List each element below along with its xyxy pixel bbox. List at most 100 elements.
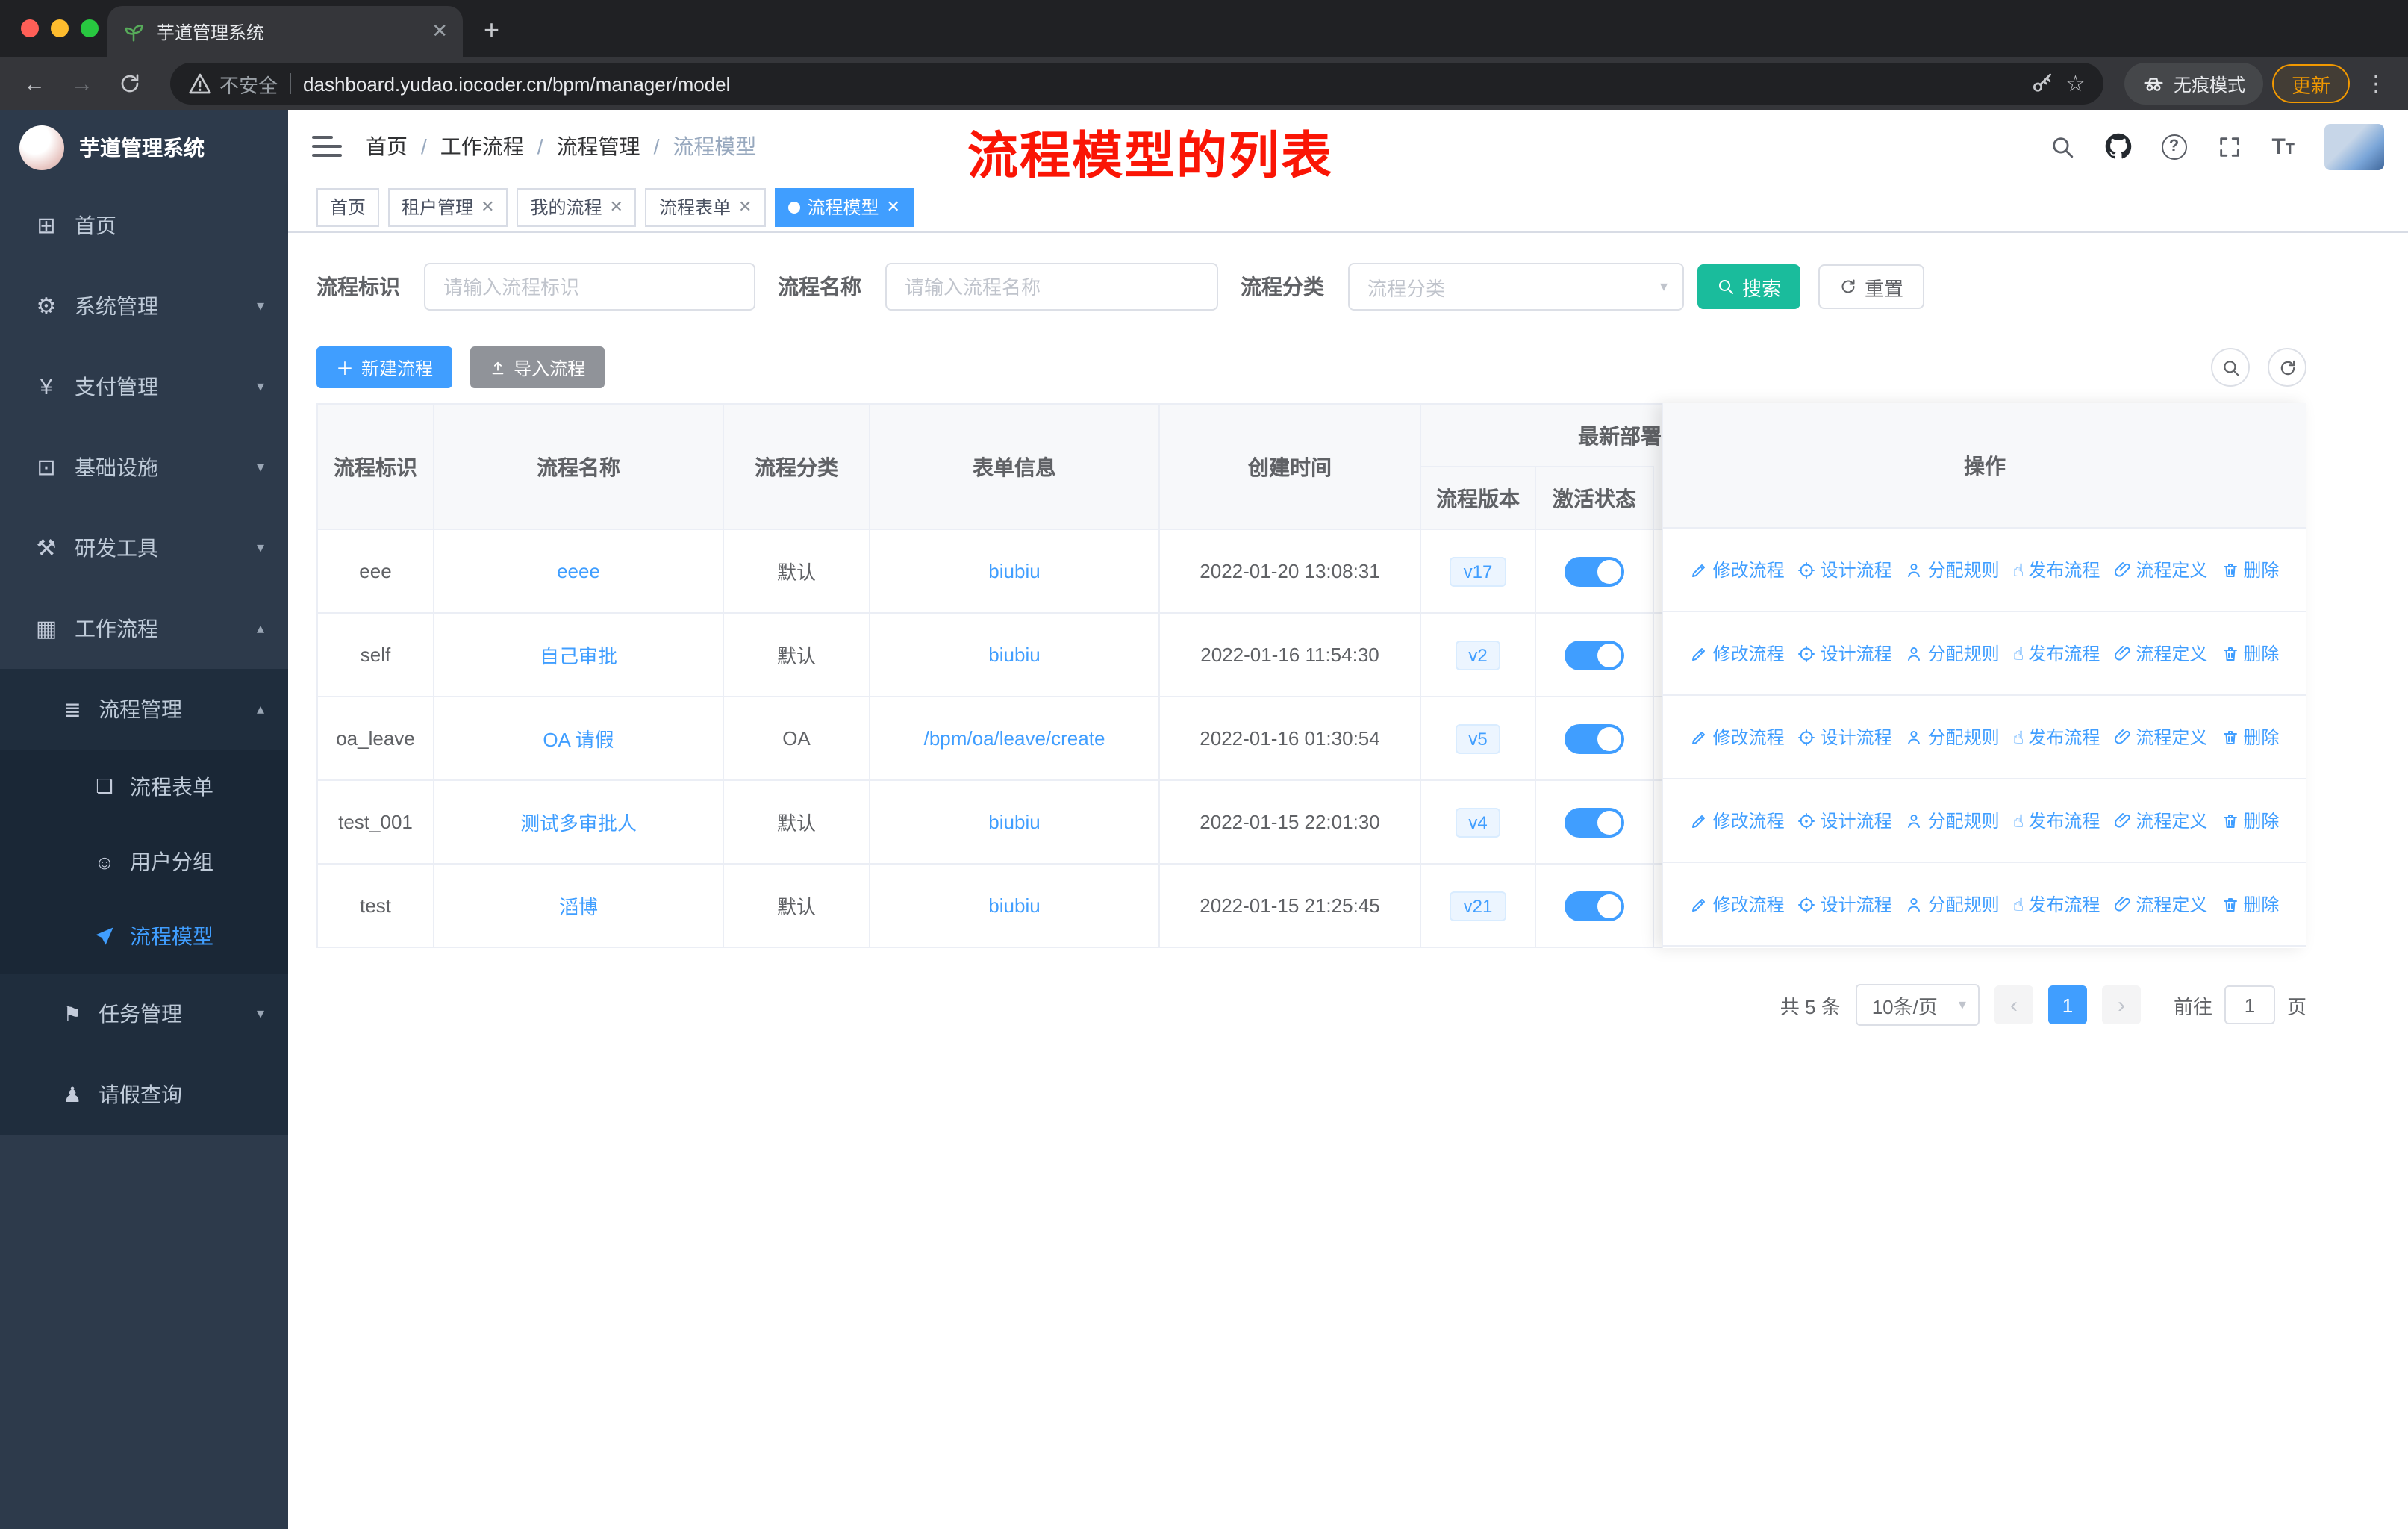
process-name-input[interactable] <box>885 263 1218 311</box>
delete-link[interactable]: 删除 <box>2221 808 2279 833</box>
bookmark-star-icon[interactable]: ☆ <box>2065 70 2086 97</box>
delete-link[interactable]: 删除 <box>2221 891 2279 917</box>
publish-process-link[interactable]: ☝ 发布流程 <box>2013 557 2100 582</box>
sidebar-item-user-group[interactable]: ☺ 用户分组 <box>0 824 288 899</box>
help-icon[interactable]: ? <box>2161 134 2187 159</box>
delete-link[interactable]: 删除 <box>2221 557 2279 582</box>
process-definition-link[interactable]: 流程定义 <box>2113 641 2207 666</box>
active-toggle[interactable] <box>1565 723 1624 753</box>
tab-close-icon[interactable]: ✕ <box>431 19 448 43</box>
breadcrumb-item[interactable]: 工作流程 <box>440 131 524 161</box>
active-toggle[interactable] <box>1565 556 1624 586</box>
process-definition-link[interactable]: 流程定义 <box>2113 808 2207 833</box>
search-button[interactable]: 搜索 <box>1697 264 1801 309</box>
process-name-link[interactable]: 自己审批 <box>540 641 617 669</box>
delete-link[interactable]: 删除 <box>2221 724 2279 750</box>
publish-process-link[interactable]: ☝ 发布流程 <box>2013 724 2100 750</box>
sidebar-item-process-form[interactable]: ❏ 流程表单 <box>0 750 288 824</box>
close-icon[interactable]: ✕ <box>610 197 623 217</box>
active-toggle[interactable] <box>1565 891 1624 921</box>
design-process-link[interactable]: 设计流程 <box>1798 557 1892 582</box>
design-process-link[interactable]: 设计流程 <box>1798 808 1892 833</box>
sidebar-item-process-model[interactable]: 流程模型 <box>0 899 288 974</box>
sidebar-item-leave-query[interactable]: ♟ 请假查询 <box>0 1054 288 1135</box>
minimize-window-icon[interactable] <box>51 19 69 37</box>
tab-home[interactable]: 首页 <box>316 187 380 226</box>
tab-process-model[interactable]: 流程模型 ✕ <box>774 187 914 226</box>
new-tab-icon[interactable]: + <box>484 15 499 46</box>
tab-my-process[interactable]: 我的流程 ✕ <box>517 187 637 226</box>
form-info-link[interactable]: biubiu <box>988 560 1040 582</box>
refresh-table-button[interactable] <box>2268 348 2306 387</box>
close-icon[interactable]: ✕ <box>481 197 494 217</box>
form-info-link[interactable]: /bpm/oa/leave/create <box>924 727 1105 750</box>
edit-process-link[interactable]: 修改流程 <box>1691 808 1785 833</box>
sidebar-item-workflow[interactable]: ▦ 工作流程 ▴ <box>0 588 288 669</box>
breadcrumb-item[interactable]: 流程管理 <box>557 131 640 161</box>
publish-process-link[interactable]: ☝ 发布流程 <box>2013 641 2100 666</box>
reload-icon[interactable] <box>110 64 149 103</box>
assign-rule-link[interactable]: 分配规则 <box>1906 557 2000 582</box>
prev-page-button[interactable]: ‹ <box>1994 985 2033 1024</box>
page-number-1[interactable]: 1 <box>2047 985 2087 1024</box>
page-size-select[interactable]: 10条/页 ▾ <box>1855 984 1980 1026</box>
github-icon[interactable] <box>2104 133 2131 160</box>
create-process-button[interactable]: ＋ 新建流程 <box>316 346 453 388</box>
goto-page-input[interactable] <box>2224 985 2275 1024</box>
back-icon[interactable]: ← <box>15 64 54 103</box>
breadcrumb-item[interactable]: 首页 <box>366 131 408 161</box>
edit-process-link[interactable]: 修改流程 <box>1691 641 1785 666</box>
tab-tenant-management[interactable]: 租户管理 ✕ <box>388 187 508 226</box>
form-info-link[interactable]: biubiu <box>988 644 1040 666</box>
user-avatar[interactable] <box>2324 123 2384 169</box>
zoom-window-icon[interactable] <box>81 19 99 37</box>
key-icon[interactable] <box>2030 72 2053 96</box>
design-process-link[interactable]: 设计流程 <box>1798 891 1892 917</box>
reset-button[interactable]: 重置 <box>1818 264 1925 309</box>
edit-process-link[interactable]: 修改流程 <box>1691 891 1785 917</box>
process-name-link[interactable]: 滔博 <box>559 891 598 920</box>
edit-process-link[interactable]: 修改流程 <box>1691 724 1785 750</box>
sidebar-item-infrastructure[interactable]: ⊡ 基础设施 ▾ <box>0 427 288 508</box>
collapse-sidebar-icon[interactable] <box>312 133 342 160</box>
security-indicator[interactable]: 不安全 <box>188 69 278 98</box>
search-icon[interactable] <box>2049 134 2074 159</box>
next-page-button[interactable]: › <box>2101 985 2141 1024</box>
sidebar-item-home[interactable]: ⊞ 首页 <box>0 185 288 266</box>
process-name-link[interactable]: eeee <box>557 560 600 582</box>
process-category-select[interactable]: 流程分类 ▾ <box>1348 263 1684 311</box>
active-toggle[interactable] <box>1565 640 1624 670</box>
publish-process-link[interactable]: ☝ 发布流程 <box>2013 808 2100 833</box>
form-info-link[interactable]: biubiu <box>988 811 1040 833</box>
browser-menu-icon[interactable]: ⋮ <box>2359 70 2393 97</box>
show-search-button[interactable] <box>2211 348 2250 387</box>
form-info-link[interactable]: biubiu <box>988 894 1040 917</box>
assign-rule-link[interactable]: 分配规则 <box>1906 891 2000 917</box>
assign-rule-link[interactable]: 分配规则 <box>1906 724 2000 750</box>
process-name-link[interactable]: OA 请假 <box>543 724 614 753</box>
browser-tab[interactable]: 芋道管理系统 ✕ <box>107 6 463 57</box>
sidebar-item-devtools[interactable]: ⚒ 研发工具 ▾ <box>0 508 288 588</box>
delete-link[interactable]: 删除 <box>2221 641 2279 666</box>
sidebar-item-task-management[interactable]: ⚑ 任务管理 ▾ <box>0 974 288 1054</box>
sidebar-item-system[interactable]: ⚙ 系统管理 ▾ <box>0 266 288 346</box>
tab-process-form[interactable]: 流程表单 ✕ <box>645 187 766 226</box>
edit-process-link[interactable]: 修改流程 <box>1691 557 1785 582</box>
active-toggle[interactable] <box>1565 807 1624 837</box>
sidebar-item-process-management[interactable]: ≣ 流程管理 ▴ <box>0 669 288 750</box>
design-process-link[interactable]: 设计流程 <box>1798 641 1892 666</box>
update-button[interactable]: 更新 <box>2271 64 2350 103</box>
design-process-link[interactable]: 设计流程 <box>1798 724 1892 750</box>
import-process-button[interactable]: 导入流程 <box>470 346 605 388</box>
fullscreen-icon[interactable] <box>2216 134 2242 159</box>
process-definition-link[interactable]: 流程定义 <box>2113 891 2207 917</box>
sidebar-item-payment[interactable]: ¥ 支付管理 ▾ <box>0 346 288 427</box>
process-definition-link[interactable]: 流程定义 <box>2113 557 2207 582</box>
close-icon[interactable]: ✕ <box>886 197 899 217</box>
process-key-input[interactable] <box>424 263 755 311</box>
process-definition-link[interactable]: 流程定义 <box>2113 724 2207 750</box>
assign-rule-link[interactable]: 分配规则 <box>1906 808 2000 833</box>
close-window-icon[interactable] <box>21 19 39 37</box>
url-bar[interactable]: 不安全 dashboard.yudao.iocoder.cn/bpm/manag… <box>170 63 2103 105</box>
font-size-icon[interactable]: TT <box>2271 134 2295 159</box>
